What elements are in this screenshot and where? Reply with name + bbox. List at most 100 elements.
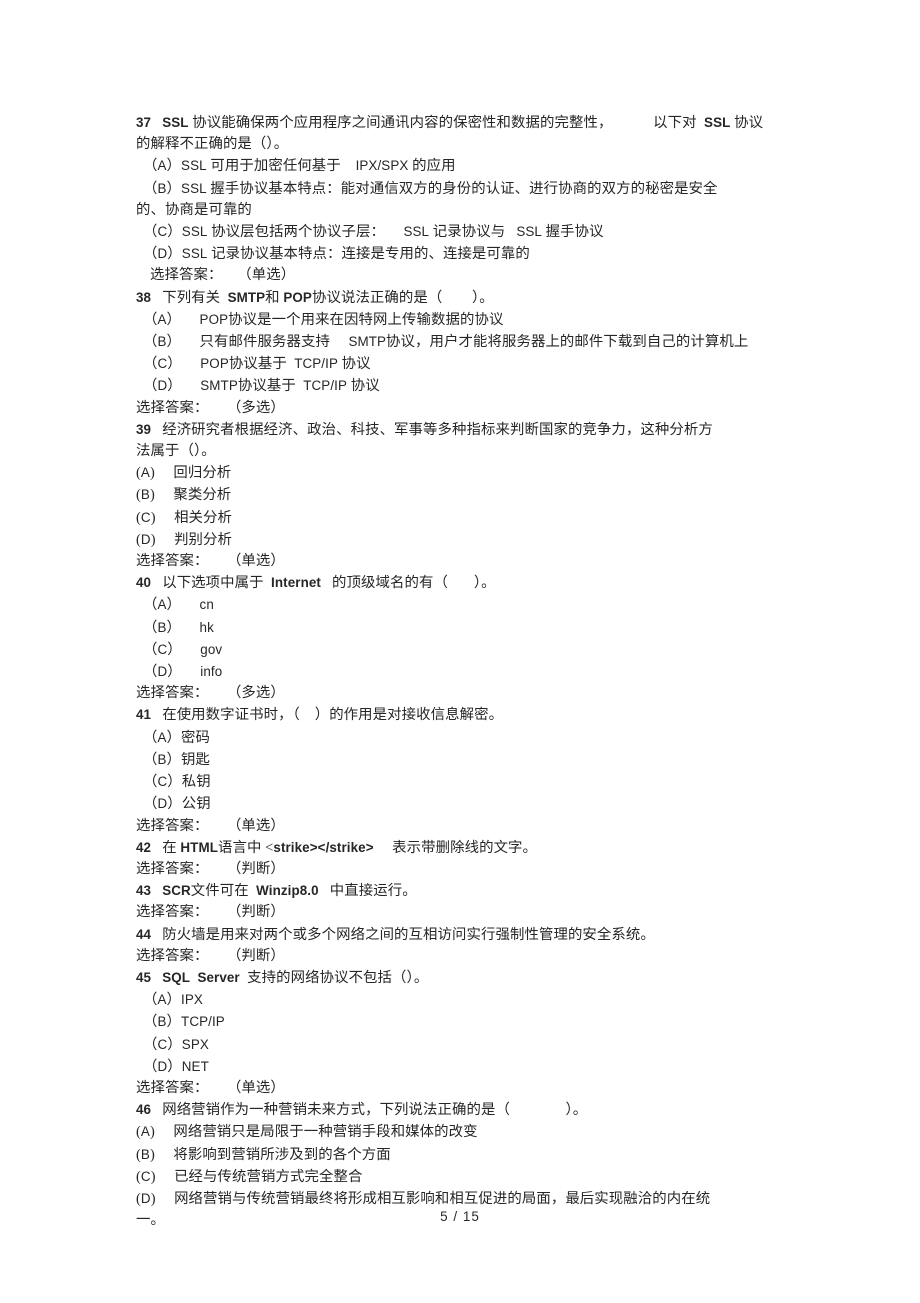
- option-line: (D) 网络营销与传统营销最终将形成相互影响和相互促进的局面，最后实现融洽的内在…: [136, 1190, 711, 1207]
- answer-prompt-line: 选择答案： （判断）: [136, 860, 285, 877]
- latin-run: D: [157, 246, 168, 262]
- latin-run: B: [157, 334, 167, 350]
- option-line: （A）SSL 可用于加密任何基于 IPX/SPX 的应用: [143, 158, 456, 175]
- latin-run: NET: [181, 1058, 209, 1074]
- question-line: 44 防火墙是用来对两个或多个网络之间的互相访问实行强制性管理的安全系统。: [136, 926, 655, 943]
- option-line: （A）密码: [143, 729, 211, 746]
- latin-run: SQL: [162, 969, 191, 985]
- option-line: （D）公钥: [143, 796, 211, 813]
- latin-run: 43: [136, 883, 152, 899]
- answer-prompt-line: 选择答案： （判断）: [136, 904, 285, 921]
- latin-run: SMTP: [348, 334, 387, 350]
- option-line: （A） POP协议是一个用来在因特网上传输数据的协议: [143, 311, 504, 328]
- latin-run: IPX/SPX: [355, 158, 409, 174]
- latin-run: SSL: [181, 246, 208, 262]
- latin-run: D: [157, 378, 168, 394]
- option-line: （C）SSL 协议层包括两个协议子层： SSL 记录协议与 SSL 握手协议: [143, 224, 604, 241]
- option-line: （C） gov: [143, 641, 223, 658]
- option-line: （D）SSL 记录协议基本特点：连接是专用的、连接是可靠的: [143, 246, 530, 263]
- latin-run: TCP/IP: [294, 356, 338, 372]
- latin-run: strike></strike>: [273, 839, 374, 855]
- option-line: (D) 判别分析: [136, 531, 233, 548]
- option-line: （B）钥匙: [143, 751, 211, 768]
- latin-run: info: [200, 664, 223, 680]
- latin-run: TCP/IP: [181, 1014, 225, 1030]
- latin-run: A: [157, 311, 167, 327]
- latin-run: SSL: [704, 115, 731, 130]
- option-line: （D）NET: [143, 1058, 209, 1075]
- answer-prompt-line: 选择答案： （单选）: [136, 553, 285, 570]
- latin-run: SSL: [162, 115, 189, 130]
- latin-run: IPX: [181, 992, 203, 1008]
- latin-run: 39: [136, 421, 152, 437]
- latin-run: SSL: [403, 224, 430, 240]
- option-line: (A) 回归分析: [136, 465, 232, 482]
- latin-run: B: [140, 1146, 150, 1162]
- question-line: 46 网络营销作为一种营销未来方式，下列说法正确的是（ ）。: [136, 1102, 588, 1119]
- latin-run: SSL: [516, 224, 542, 240]
- latin-run: 40: [136, 575, 152, 591]
- latin-run: 46: [136, 1102, 152, 1118]
- answer-prompt-line: 选择答案： （单选）: [136, 817, 285, 834]
- question-line: 43 SCR文件可在 Winzip8.0 中直接运行。: [136, 883, 417, 900]
- latin-run: TCP/IP: [303, 378, 347, 394]
- latin-run: 44: [136, 926, 152, 942]
- latin-run: D: [140, 531, 151, 547]
- option-line: （A）IPX: [143, 992, 203, 1009]
- latin-run: SMTP: [200, 378, 238, 394]
- latin-run: C: [157, 224, 168, 240]
- latin-run: C: [140, 509, 151, 525]
- option-line: (B) 将影响到营销所涉及到的各个方面: [136, 1146, 391, 1163]
- latin-run: C: [157, 1036, 168, 1052]
- latin-run: HTML: [180, 839, 218, 855]
- document-page: 37 SSL 协议能确保两个应用程序之间通讯内容的保密性和数据的完整性， 以下对…: [0, 0, 920, 1303]
- latin-run: D: [157, 796, 168, 812]
- question-list: 37 SSL 协议能确保两个应用程序之间通讯内容的保密性和数据的完整性， 以下对…: [136, 112, 788, 1231]
- latin-run: SSL: [181, 158, 207, 174]
- question-line: 42 在 HTML语言中 <strike></strike> 表示带删除线的文字…: [136, 839, 538, 856]
- option-line: (A) 网络营销只是局限于一种营销手段和媒体的改变: [136, 1124, 478, 1141]
- question-line: 37 SSL 协议能确保两个应用程序之间通讯内容的保密性和数据的完整性， 以下对…: [136, 115, 764, 131]
- option-line: 的、协商是可靠的: [136, 201, 252, 218]
- latin-run: B: [157, 619, 167, 635]
- answer-prompt-line: 选择答案： （单选）: [150, 267, 296, 284]
- option-line: （C）SPX: [143, 1036, 209, 1053]
- question-line: 法属于（）。: [136, 443, 216, 460]
- latin-run: D: [157, 664, 168, 680]
- answer-prompt-line: 选择答案： （多选）: [136, 685, 285, 702]
- option-line: （D） SMTP协议基于 TCP/IP 协议: [143, 378, 380, 395]
- latin-run: Server: [197, 969, 240, 985]
- latin-run: gov: [200, 641, 223, 657]
- option-line: （A） cn: [143, 597, 214, 614]
- latin-run: Winzip8.0: [256, 883, 319, 899]
- latin-run: SPX: [181, 1036, 209, 1052]
- latin-run: C: [157, 641, 168, 657]
- latin-run: 41: [136, 707, 152, 723]
- latin-run: A: [157, 597, 167, 613]
- latin-run: A: [157, 158, 167, 174]
- question-line: 39 经济研究者根据经济、政治、科技、军事等多种指标来判断国家的竞争力，这种分析…: [136, 421, 713, 438]
- latin-run: A: [140, 1124, 150, 1140]
- option-line: （C）私钥: [143, 774, 211, 791]
- latin-run: A: [157, 729, 167, 745]
- option-line: （B）SSL 握手协议基本特点：能对通信双方的身份的认证、进行协商的双方的秘密是…: [143, 180, 718, 197]
- answer-prompt-line: 选择答案： （单选）: [136, 1079, 285, 1096]
- latin-run: D: [157, 1058, 168, 1074]
- latin-run: 42: [136, 839, 152, 855]
- latin-run: C: [157, 774, 168, 790]
- latin-run: A: [140, 465, 150, 481]
- latin-run: C: [157, 356, 168, 372]
- latin-run: hk: [199, 619, 214, 635]
- latin-run: cn: [199, 597, 214, 613]
- option-line: （D） info: [143, 664, 223, 681]
- latin-run: 37: [136, 115, 152, 130]
- answer-prompt-line: 选择答案： （判断）: [136, 947, 285, 964]
- latin-run: 38: [136, 289, 152, 305]
- latin-run: B: [157, 180, 167, 196]
- option-line: （B）TCP/IP: [143, 1014, 225, 1031]
- latin-run: B: [140, 487, 150, 503]
- option-line: (C) 相关分析: [136, 509, 233, 526]
- latin-run: SCR: [162, 883, 191, 899]
- latin-run: SSL: [181, 224, 208, 240]
- page-number: 5 / 15: [440, 1209, 480, 1224]
